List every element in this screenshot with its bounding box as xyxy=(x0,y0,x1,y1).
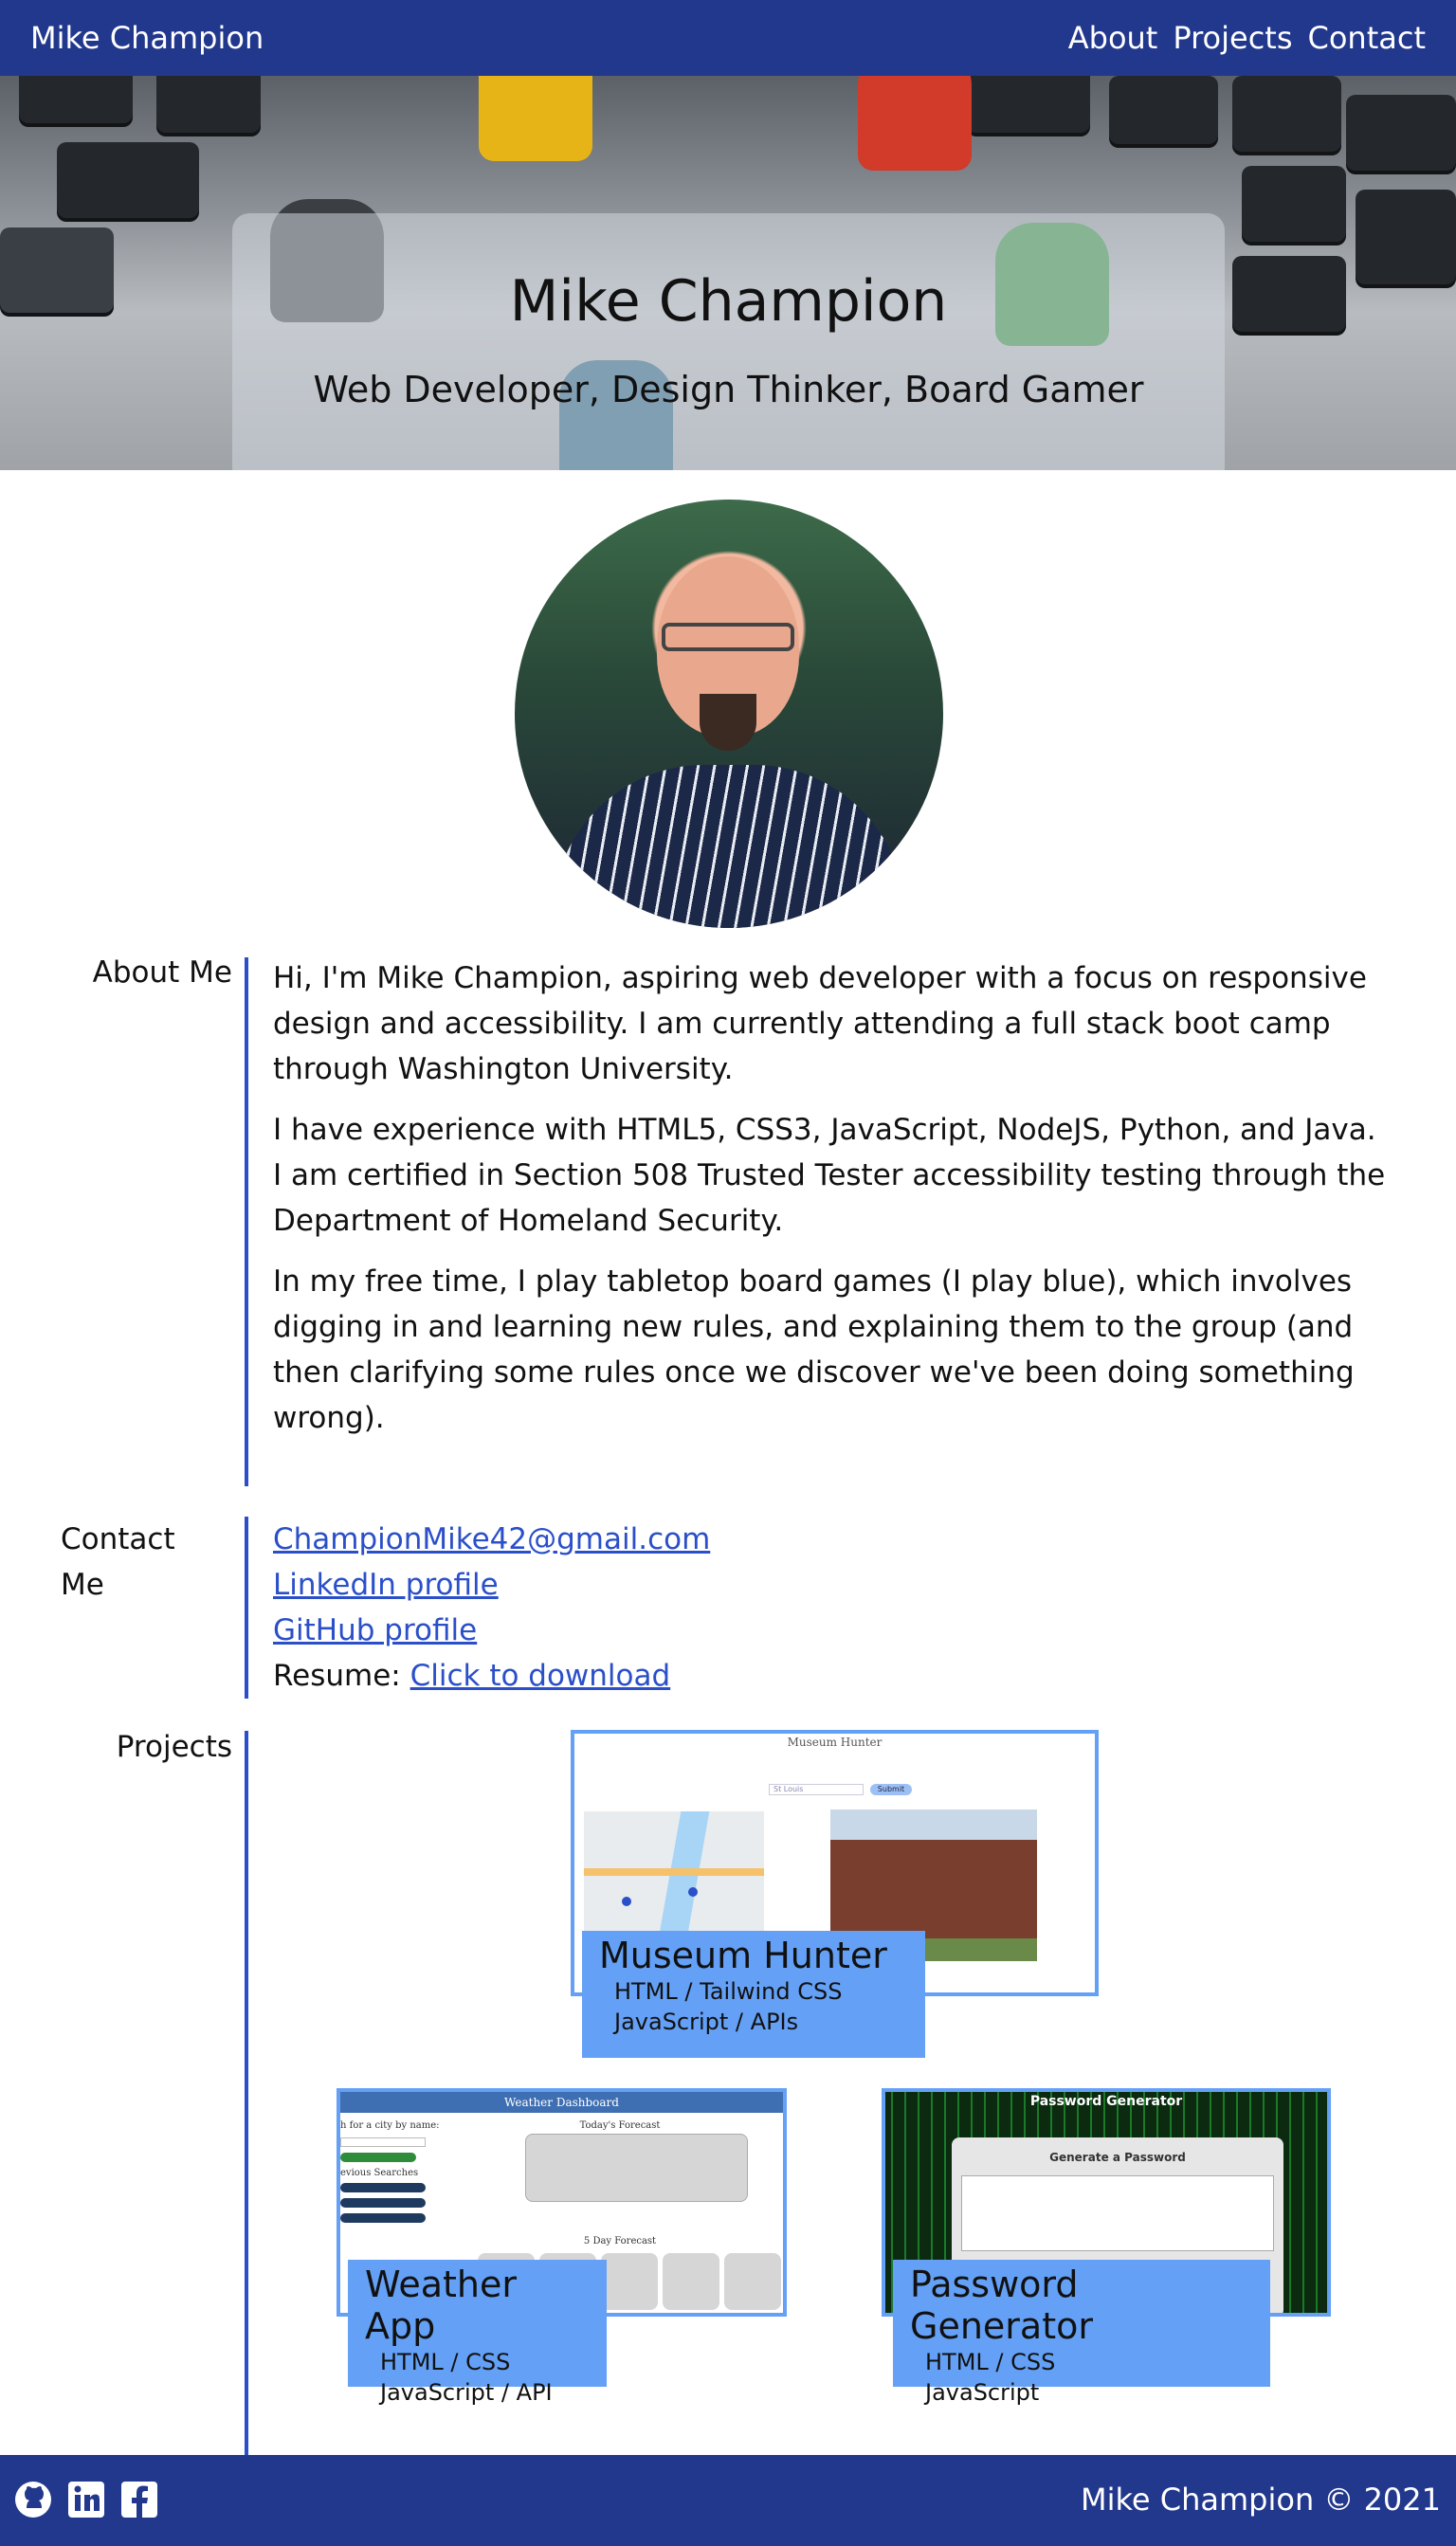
keyboard-key xyxy=(1232,76,1341,152)
screenshot-forecast-card xyxy=(601,2253,658,2310)
screenshot-history-item xyxy=(340,2213,426,2223)
facebook-icon[interactable] xyxy=(119,2480,159,2519)
contact-label-line: Contact xyxy=(61,1522,175,1556)
project-title: Museum Hunter xyxy=(599,1935,887,1976)
screenshot-input: St Louis xyxy=(769,1784,864,1795)
github-link[interactable]: GitHub profile xyxy=(273,1613,477,1647)
about-paragraph: In my free time, I play tabletop board g… xyxy=(273,1264,1355,1435)
screenshot-search-button xyxy=(340,2153,416,2162)
screenshot-search-label: h for a city by name: xyxy=(340,2120,440,2131)
hero-card: Mike Champion Web Developer, Design Thin… xyxy=(232,213,1225,470)
linkedin-icon[interactable] xyxy=(66,2480,106,2519)
contact-rule xyxy=(245,1517,248,1699)
screenshot-map xyxy=(584,1811,764,1944)
keyboard-key xyxy=(1356,190,1456,284)
contact-label: Contact Me xyxy=(61,1517,175,1608)
social-icons xyxy=(13,2480,159,2519)
project-label-weather-app[interactable]: Weather App HTML / CSS JavaScript / API xyxy=(348,2260,607,2406)
screenshot-five-day-label: 5 Day Forecast xyxy=(583,2236,657,2246)
keyboard-key xyxy=(1109,76,1218,144)
keyboard-key xyxy=(0,227,114,313)
screenshot-forecast-card xyxy=(663,2253,719,2310)
email-link[interactable]: ChampionMike42@gmail.com xyxy=(273,1522,710,1556)
linkedin-link[interactable]: LinkedIn profile xyxy=(273,1568,499,1602)
nav-link-contact[interactable]: Contact xyxy=(1308,20,1427,56)
keyboard-key xyxy=(1346,95,1456,171)
photo-beard xyxy=(700,694,756,751)
keyboard-key xyxy=(57,142,199,218)
yellow-meeple xyxy=(479,76,592,161)
project-tech: JavaScript xyxy=(925,2379,1040,2406)
copyright-text: Mike Champion © 2021 xyxy=(1081,2482,1441,2518)
about-paragraph: I am certified in Section 508 Trusted Te… xyxy=(273,1158,1386,1238)
screenshot-history-item xyxy=(340,2198,426,2208)
project-label-museum-hunter[interactable]: Museum Hunter HTML / Tailwind CSS JavaSc… xyxy=(582,1931,925,2058)
contact-body: ChampionMike42@gmail.com LinkedIn profil… xyxy=(273,1517,1420,1699)
screenshot-history-item xyxy=(340,2183,426,2192)
site-brand[interactable]: Mike Champion xyxy=(30,20,264,56)
site-footer: Mike Champion © 2021 xyxy=(0,2455,1456,2546)
resume-download-link[interactable]: Click to download xyxy=(410,1659,671,1693)
about-paragraph: Hi, I'm Mike Champion, aspiring web deve… xyxy=(273,961,1367,1086)
screenshot-password-box xyxy=(961,2175,1274,2251)
keyboard-key xyxy=(1242,166,1346,242)
projects-rule xyxy=(245,1731,248,2455)
photo-shirt xyxy=(553,765,905,928)
photo-glasses xyxy=(662,623,794,651)
project-tech: JavaScript / API xyxy=(380,2379,553,2406)
profile-photo xyxy=(515,500,943,928)
project-tech: HTML / CSS xyxy=(380,2349,511,2375)
project-label-password-generator[interactable]: Password Generator HTML / CSS JavaScript xyxy=(893,2260,1270,2406)
screenshot-forecast-card xyxy=(724,2253,781,2310)
screenshot-title: Museum Hunter xyxy=(787,1736,883,1749)
screenshot-today-card xyxy=(525,2134,748,2202)
screenshot-input xyxy=(340,2137,426,2147)
project-tech: JavaScript / APIs xyxy=(614,2009,799,2035)
hero-name: Mike Champion xyxy=(509,268,948,335)
project-tech: HTML / Tailwind CSS xyxy=(614,1978,843,2005)
keyboard-key xyxy=(19,76,133,123)
projects-label: Projects xyxy=(116,1730,232,1764)
screenshot-header: Password Generator xyxy=(1029,2094,1183,2109)
screenshot-header: Weather Dashboard xyxy=(340,2092,783,2113)
keyboard-key xyxy=(156,76,261,133)
about-body: Hi, I'm Mike Champion, aspiring web deve… xyxy=(273,955,1420,1456)
keyboard-key xyxy=(1232,256,1346,332)
nav-link-projects[interactable]: Projects xyxy=(1173,20,1292,56)
hero-banner: Mike Champion Web Developer, Design Thin… xyxy=(0,76,1456,470)
nav-links: About Projects Contact xyxy=(1068,20,1426,56)
screenshot-button: Submit xyxy=(870,1784,912,1795)
red-meeple xyxy=(858,76,972,171)
project-tech: HTML / CSS xyxy=(925,2349,1056,2375)
screenshot-previous-label: evious Searches xyxy=(340,2168,419,2178)
project-title: Password Generator xyxy=(910,2264,1093,2347)
about-label: About Me xyxy=(92,955,232,990)
github-icon[interactable] xyxy=(13,2480,53,2519)
resume-label: Resume: xyxy=(273,1659,410,1693)
top-nav: Mike Champion About Projects Contact xyxy=(0,0,1456,76)
about-rule xyxy=(245,957,248,1486)
screenshot-today-label: Today's Forecast xyxy=(579,2120,661,2131)
keyboard-key xyxy=(967,76,1090,133)
about-paragraph: I have experience with HTML5, CSS3, Java… xyxy=(273,1113,1376,1147)
screenshot-card-title: Generate a Password xyxy=(1049,2151,1186,2164)
hero-tagline: Web Developer, Design Thinker, Board Gam… xyxy=(313,369,1144,410)
contact-label-line: Me xyxy=(61,1568,104,1602)
nav-link-about[interactable]: About xyxy=(1068,20,1158,56)
project-title: Weather App xyxy=(365,2264,517,2347)
